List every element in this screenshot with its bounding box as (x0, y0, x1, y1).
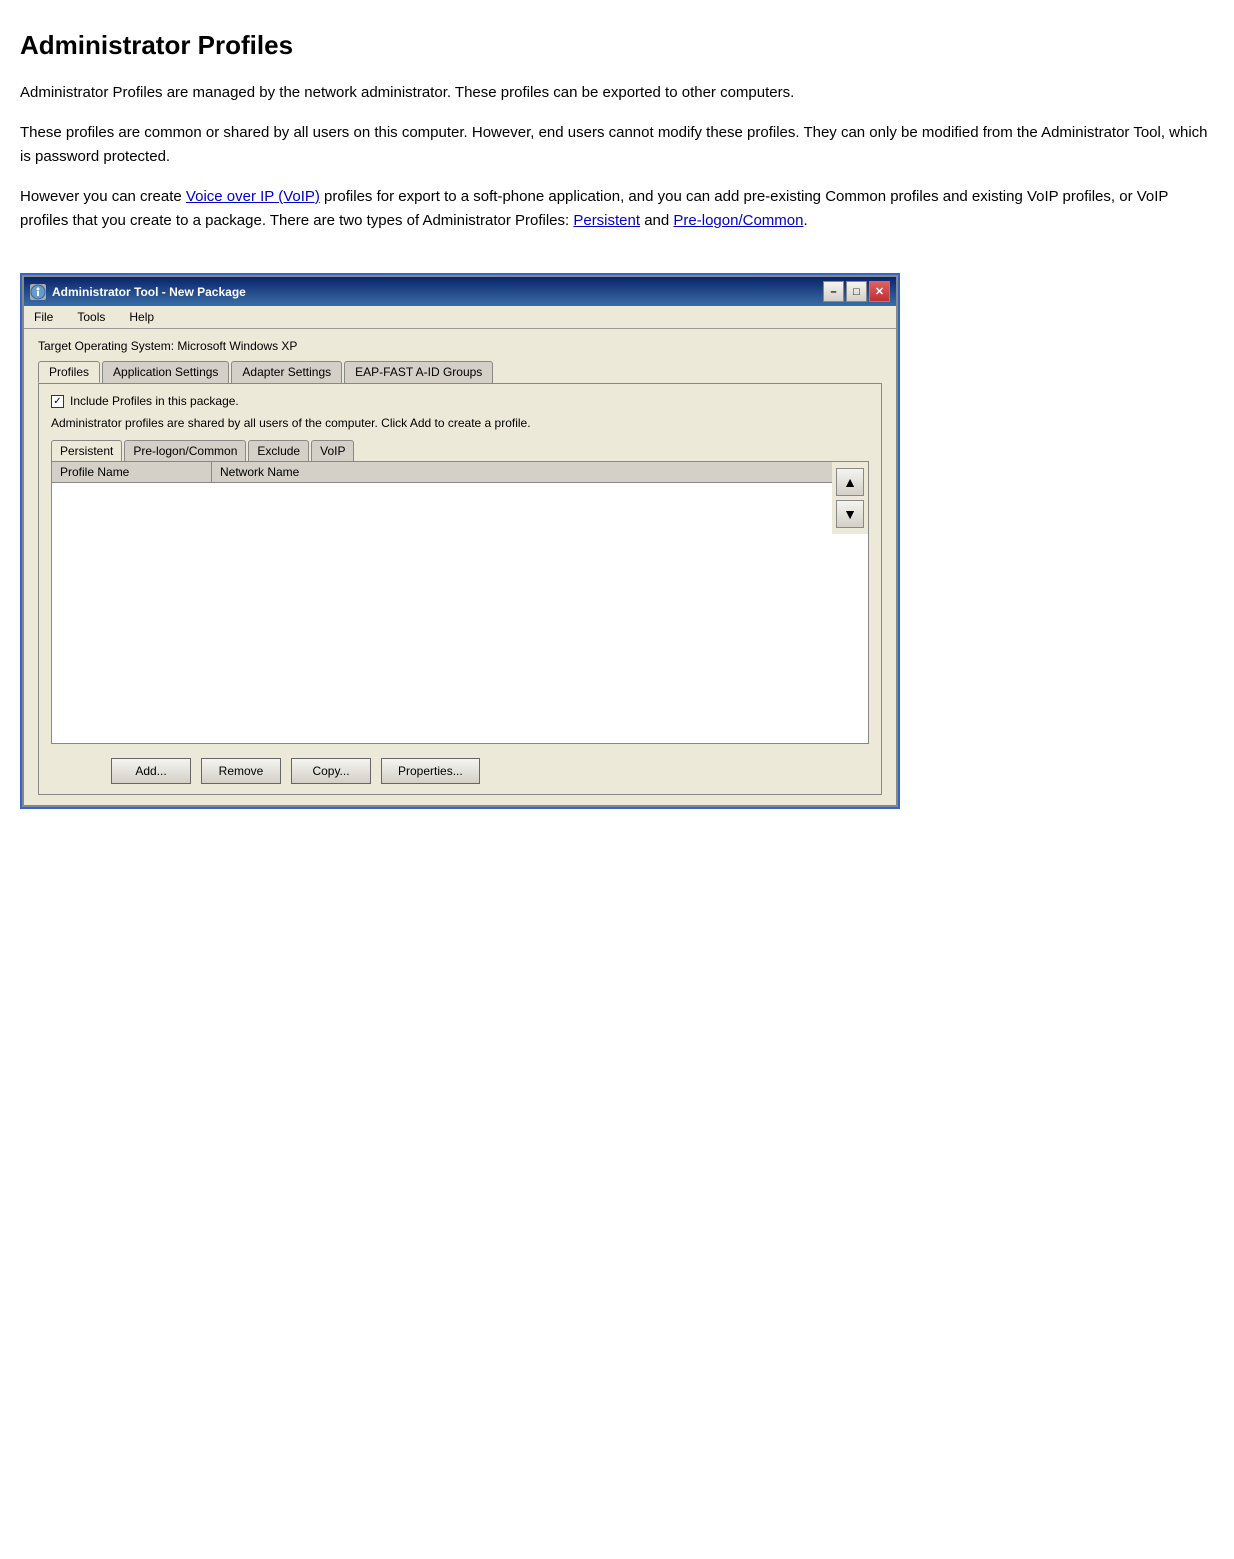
screenshot-container: Administrator Tool - New Package – □ ✕ F… (20, 273, 900, 809)
column-header-network-name: Network Name (212, 462, 832, 482)
tab-adapter-settings[interactable]: Adapter Settings (231, 361, 342, 383)
menu-bar: File Tools Help (24, 306, 896, 329)
table-header-row: Profile Name Network Name (52, 462, 832, 483)
properties-button[interactable]: Properties... (381, 758, 480, 784)
admin-profiles-description: Administrator profiles are shared by all… (51, 416, 869, 430)
window-title: Administrator Tool - New Package (52, 285, 246, 299)
menu-tools[interactable]: Tools (73, 308, 109, 326)
close-button[interactable]: ✕ (869, 281, 890, 302)
titlebar-buttons: – □ ✕ (823, 281, 890, 302)
inner-tab-prelogon[interactable]: Pre-logon/Common (124, 440, 246, 461)
paragraph-2: These profiles are common or shared by a… (20, 121, 1214, 169)
maximize-button[interactable]: □ (846, 281, 867, 302)
action-button-group: Add... Remove Copy... Properties... (51, 758, 869, 784)
inner-tab-voip[interactable]: VoIP (311, 440, 354, 461)
page-title: Administrator Profiles (20, 30, 1214, 61)
tab-content-profiles: ✓ Include Profiles in this package. Admi… (38, 383, 882, 795)
admin-tool-window: Administrator Tool - New Package – □ ✕ F… (22, 275, 898, 807)
tab-eap-fast[interactable]: EAP-FAST A-ID Groups (344, 361, 493, 383)
menu-help[interactable]: Help (125, 308, 158, 326)
column-header-profile-name: Profile Name (52, 462, 212, 482)
remove-button[interactable]: Remove (201, 758, 281, 784)
prelogon-link[interactable]: Pre-logon/Common (673, 212, 803, 229)
inner-tab-exclude[interactable]: Exclude (248, 440, 309, 461)
paragraph-3: However you can create Voice over IP (Vo… (20, 185, 1214, 233)
window-titlebar: Administrator Tool - New Package – □ ✕ (24, 277, 896, 306)
main-tab-bar: Profiles Application Settings Adapter Se… (38, 361, 882, 383)
target-os-label: Target Operating System: Microsoft Windo… (38, 339, 882, 353)
include-checkbox-row: ✓ Include Profiles in this package. (51, 394, 869, 408)
profile-table: Profile Name Network Name (52, 462, 832, 743)
tab-profiles[interactable]: Profiles (38, 361, 100, 383)
move-down-button[interactable]: ▼ (836, 500, 864, 528)
table-body (52, 483, 832, 743)
inner-tab-bar: Persistent Pre-logon/Common Exclude VoIP (51, 440, 869, 461)
voip-link[interactable]: Voice over IP (VoIP) (186, 188, 320, 205)
include-profiles-label: Include Profiles in this package. (70, 394, 239, 408)
window-icon (30, 284, 46, 300)
window-body: Target Operating System: Microsoft Windo… (24, 329, 896, 805)
up-down-button-group: ▲ ▼ (832, 462, 868, 534)
minimize-button[interactable]: – (823, 281, 844, 302)
profile-table-container: Profile Name Network Name ▲ ▼ (51, 461, 869, 744)
paragraph-1: Administrator Profiles are managed by th… (20, 81, 1214, 105)
include-profiles-checkbox[interactable]: ✓ (51, 395, 64, 408)
persistent-link[interactable]: Persistent (573, 212, 640, 229)
inner-tab-persistent[interactable]: Persistent (51, 440, 122, 461)
move-up-button[interactable]: ▲ (836, 468, 864, 496)
tab-application-settings[interactable]: Application Settings (102, 361, 229, 383)
add-button[interactable]: Add... (111, 758, 191, 784)
menu-file[interactable]: File (30, 308, 57, 326)
copy-button[interactable]: Copy... (291, 758, 371, 784)
